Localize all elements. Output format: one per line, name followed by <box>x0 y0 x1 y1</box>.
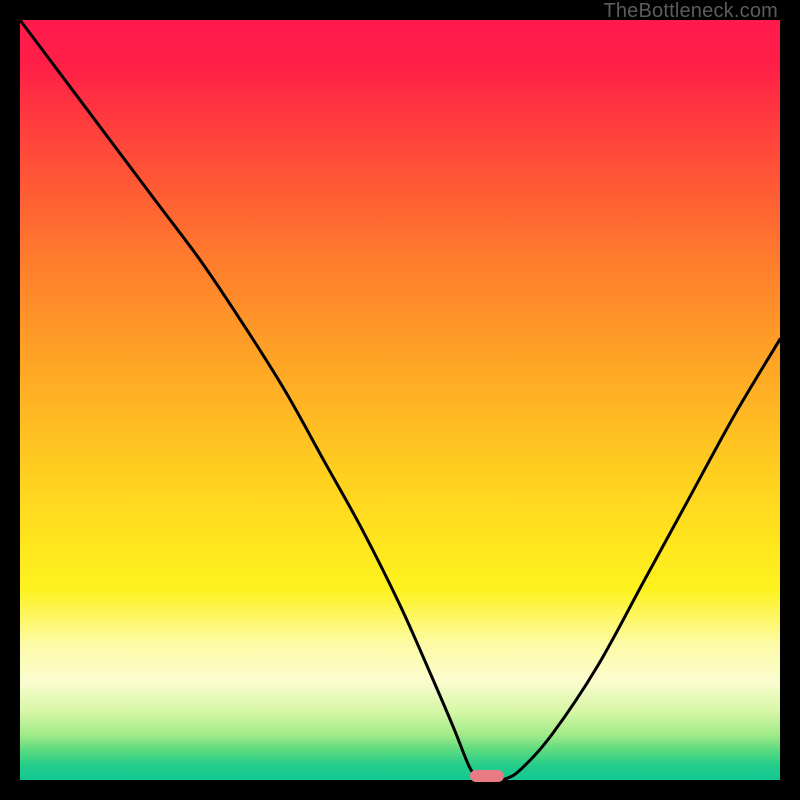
optimal-marker <box>470 770 504 782</box>
chart-frame: TheBottleneck.com <box>0 0 800 800</box>
bottleneck-curve <box>20 20 780 780</box>
curve-svg <box>20 20 780 780</box>
plot-area <box>20 20 780 780</box>
